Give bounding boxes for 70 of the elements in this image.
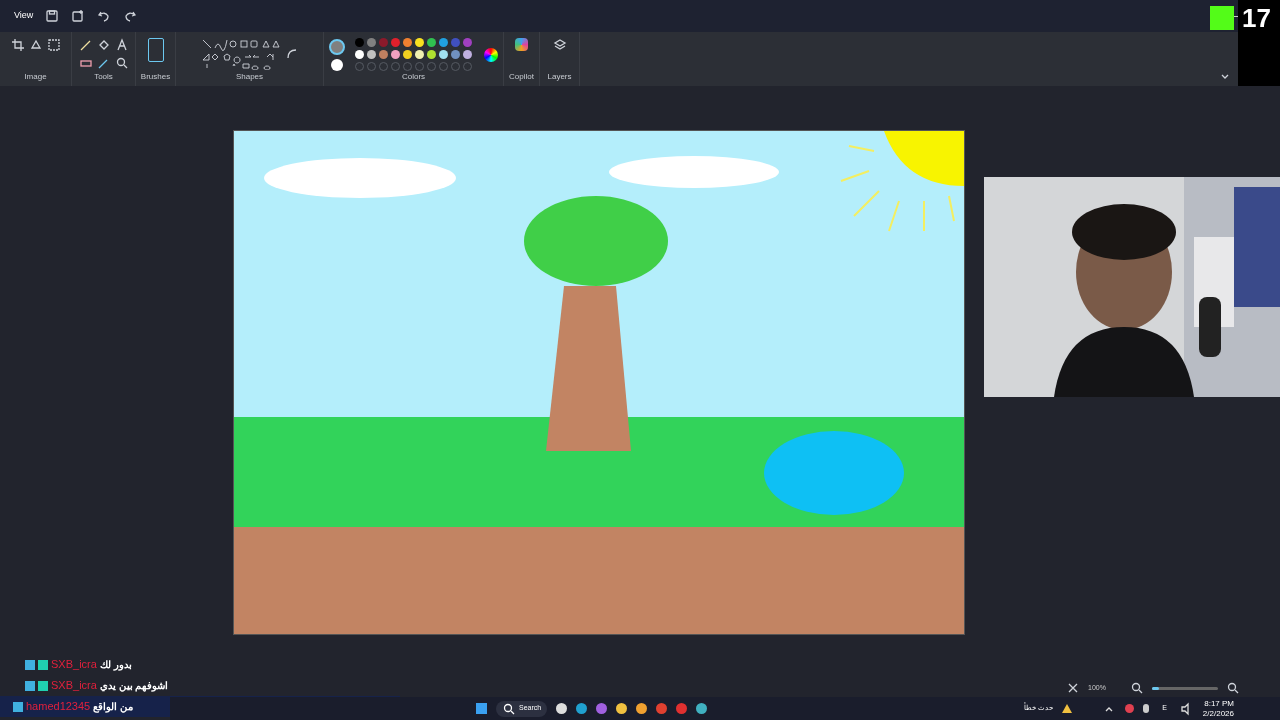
shapes-icon[interactable] xyxy=(200,38,281,70)
color-swatch[interactable] xyxy=(451,38,460,47)
chat-badge-icon xyxy=(38,680,48,691)
taskbar-app-icon[interactable] xyxy=(556,703,568,714)
chat-badge-icon xyxy=(25,680,35,691)
pencil-icon[interactable] xyxy=(78,38,93,52)
color-swatch[interactable] xyxy=(463,50,472,59)
viewer-count: 17 xyxy=(1242,3,1271,33)
zoom-out-icon[interactable] xyxy=(1130,681,1144,695)
ribbon-group-label: Image xyxy=(24,71,47,83)
color-swatch[interactable] xyxy=(391,38,400,47)
logo-icon xyxy=(1210,6,1234,30)
color-swatch[interactable] xyxy=(415,50,424,59)
copilot-icon[interactable] xyxy=(515,38,528,51)
ribbon-group-label: Brushes xyxy=(140,71,171,83)
clock[interactable]: 8:17 PM 2/2/2026 xyxy=(1202,698,1280,719)
undo-icon[interactable] xyxy=(97,9,112,23)
color-swatch[interactable] xyxy=(403,50,412,59)
start-icon[interactable] xyxy=(476,703,487,714)
save-as-icon[interactable] xyxy=(71,9,86,23)
color-swatch[interactable] xyxy=(403,38,412,47)
crop-icon[interactable] xyxy=(10,38,25,52)
color-swatch[interactable] xyxy=(451,50,460,59)
chat-message: بدور لك xyxy=(99,658,132,672)
taskbar-app-icon[interactable] xyxy=(576,703,588,714)
color-swatch[interactable] xyxy=(427,38,436,47)
search-icon[interactable] xyxy=(502,701,516,716)
ribbon-group-label: Colors xyxy=(401,71,426,83)
chat-badge-icon xyxy=(25,659,35,670)
chat-message: من الواقع xyxy=(93,700,133,714)
chat-username: hamed12345 xyxy=(26,700,91,713)
color-swatch[interactable] xyxy=(379,50,388,59)
warning-icon[interactable] xyxy=(1062,704,1073,713)
color-swatch[interactable] xyxy=(391,50,400,59)
color-swatch[interactable] xyxy=(427,50,436,59)
taskbar-app-icon[interactable] xyxy=(636,703,648,714)
color-swatch[interactable] xyxy=(367,38,376,47)
zoom-slider[interactable] xyxy=(1152,686,1218,690)
color-swatch[interactable] xyxy=(463,38,472,47)
save-icon[interactable] xyxy=(45,9,60,23)
color-swatch[interactable] xyxy=(415,38,424,47)
chat-username: SXB_icra xyxy=(51,658,97,671)
color-swatch[interactable] xyxy=(439,38,448,47)
chat-username: SXB_icra xyxy=(51,679,97,692)
select-icon[interactable] xyxy=(46,38,61,52)
color-swatch[interactable] xyxy=(367,50,376,59)
minimize-icon[interactable] xyxy=(1232,15,1238,17)
zoom-in-icon[interactable] xyxy=(1226,681,1240,695)
magnifier-icon[interactable] xyxy=(114,56,129,70)
redo-icon[interactable] xyxy=(123,9,138,23)
ribbon-group-label: Tools xyxy=(94,71,113,83)
taskbar-app-icon[interactable] xyxy=(616,703,628,714)
layers-icon[interactable] xyxy=(552,38,567,52)
text-icon[interactable] xyxy=(114,38,129,52)
edit-colors-icon[interactable] xyxy=(484,47,498,62)
chat-badge-icon xyxy=(38,659,48,670)
outline-icon[interactable] xyxy=(284,47,299,61)
ribbon-group-label: Layers xyxy=(547,71,572,83)
color-swatch[interactable] xyxy=(355,38,364,47)
chat-badge-icon xyxy=(13,701,23,712)
menu-item[interactable]: View xyxy=(14,9,34,23)
primary-color[interactable] xyxy=(329,38,345,55)
color-swatch[interactable] xyxy=(379,38,388,47)
ribbon-group-label: Shapes xyxy=(235,71,264,83)
color-swatch[interactable] xyxy=(355,50,364,59)
secondary-color[interactable] xyxy=(331,58,343,71)
chat-message: اشوفهم بين يدي xyxy=(99,679,169,693)
taskbar-app-icon[interactable] xyxy=(696,703,708,714)
color-swatch[interactable] xyxy=(439,50,448,59)
ribbon-group-label: Copilot xyxy=(509,71,534,83)
